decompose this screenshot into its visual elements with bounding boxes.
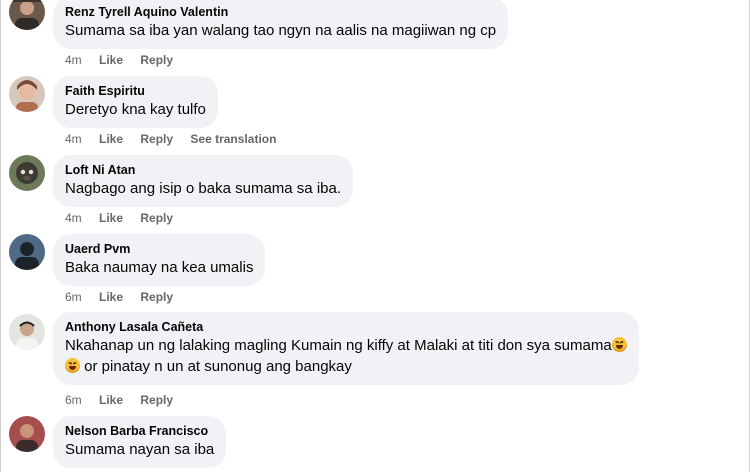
comment-actions: 6m Like Reply (65, 392, 187, 408)
like-button[interactable]: Like (99, 290, 123, 304)
avatar[interactable] (9, 76, 45, 112)
comment-timestamp[interactable]: 6m (65, 290, 82, 304)
comment-bubble: Uaerd Pvm Baka naumay na kea umalis (53, 234, 266, 286)
comment-actions: 6m Like Reply (65, 289, 187, 305)
comment-timestamp[interactable]: 6m (65, 393, 82, 407)
avatar[interactable] (9, 155, 45, 191)
comment-text-line-1: Nkahanap un ng lalaking magling Kumain n… (65, 335, 627, 356)
comment-thread: Renz Tyrell Aquino Valentin Sumama sa ib… (0, 0, 750, 472)
avatar[interactable] (9, 314, 45, 350)
like-button[interactable]: Like (99, 132, 123, 146)
see-translation-link[interactable]: See translation (190, 132, 276, 146)
reply-button[interactable]: Reply (140, 53, 173, 67)
comment-text-line-2: or pinatay n un at sunonug ang bangkay (65, 356, 627, 377)
comment-actions: 4m Like Reply See translation (65, 131, 290, 147)
avatar[interactable] (9, 234, 45, 270)
comment-text: Deretyo kna kay tulfo (65, 101, 206, 118)
reply-button[interactable]: Reply (140, 132, 173, 146)
like-button[interactable]: Like (99, 211, 123, 225)
like-button[interactable]: Like (99, 393, 123, 407)
comment-timestamp[interactable]: 4m (65, 132, 82, 146)
avatar[interactable] (9, 416, 45, 452)
comment-text: Baka naumay na kea umalis (65, 259, 254, 276)
comment-author[interactable]: Renz Tyrell Aquino Valentin (65, 4, 496, 20)
comment-author[interactable]: Uaerd Pvm (65, 241, 253, 257)
comment-author[interactable]: Faith Espiritu (65, 83, 206, 99)
comment-author[interactable]: Nelson Barba Francisco (65, 423, 214, 439)
comment-bubble: Faith Espiritu Deretyo kna kay tulfo (53, 76, 218, 128)
comment-text: Nkahanap un ng lalaking magling Kumain n… (65, 337, 612, 354)
comment-actions: 4m Like Reply (65, 210, 187, 226)
reply-button[interactable]: Reply (140, 290, 173, 304)
comment-text: or pinatay n un at sunonug ang bangkay (84, 358, 352, 375)
like-button[interactable]: Like (99, 53, 123, 67)
comment-author[interactable]: Anthony Lasala Cañeta (65, 319, 627, 335)
avatar[interactable] (9, 0, 45, 30)
comment-author[interactable]: Loft Ni Atan (65, 162, 341, 178)
rolling-laughing-emoji-icon (611, 337, 627, 352)
comment-actions: 4m Like Reply (65, 52, 187, 68)
comment-text: Sumama sa iba yan walang tao ngyn na aal… (65, 22, 497, 39)
comment-bubble: Loft Ni Atan Nagbago ang isip o baka sum… (53, 155, 354, 207)
reply-button[interactable]: Reply (140, 211, 173, 225)
comment-bubble: Anthony Lasala Cañeta Nkahanap un ng lal… (53, 312, 639, 385)
comment-bubble: Nelson Barba Francisco Sumama nayan sa i… (53, 416, 227, 468)
comment-timestamp[interactable]: 4m (65, 53, 82, 67)
rolling-laughing-emoji-icon (65, 358, 80, 373)
comment-text: Sumama nayan sa iba (65, 441, 215, 458)
comment-text: Nagbago ang isip o baka sumama sa iba. (65, 180, 342, 197)
reply-button[interactable]: Reply (140, 393, 173, 407)
comment-timestamp[interactable]: 4m (65, 211, 82, 225)
comment-bubble: Renz Tyrell Aquino Valentin Sumama sa ib… (53, 0, 509, 49)
